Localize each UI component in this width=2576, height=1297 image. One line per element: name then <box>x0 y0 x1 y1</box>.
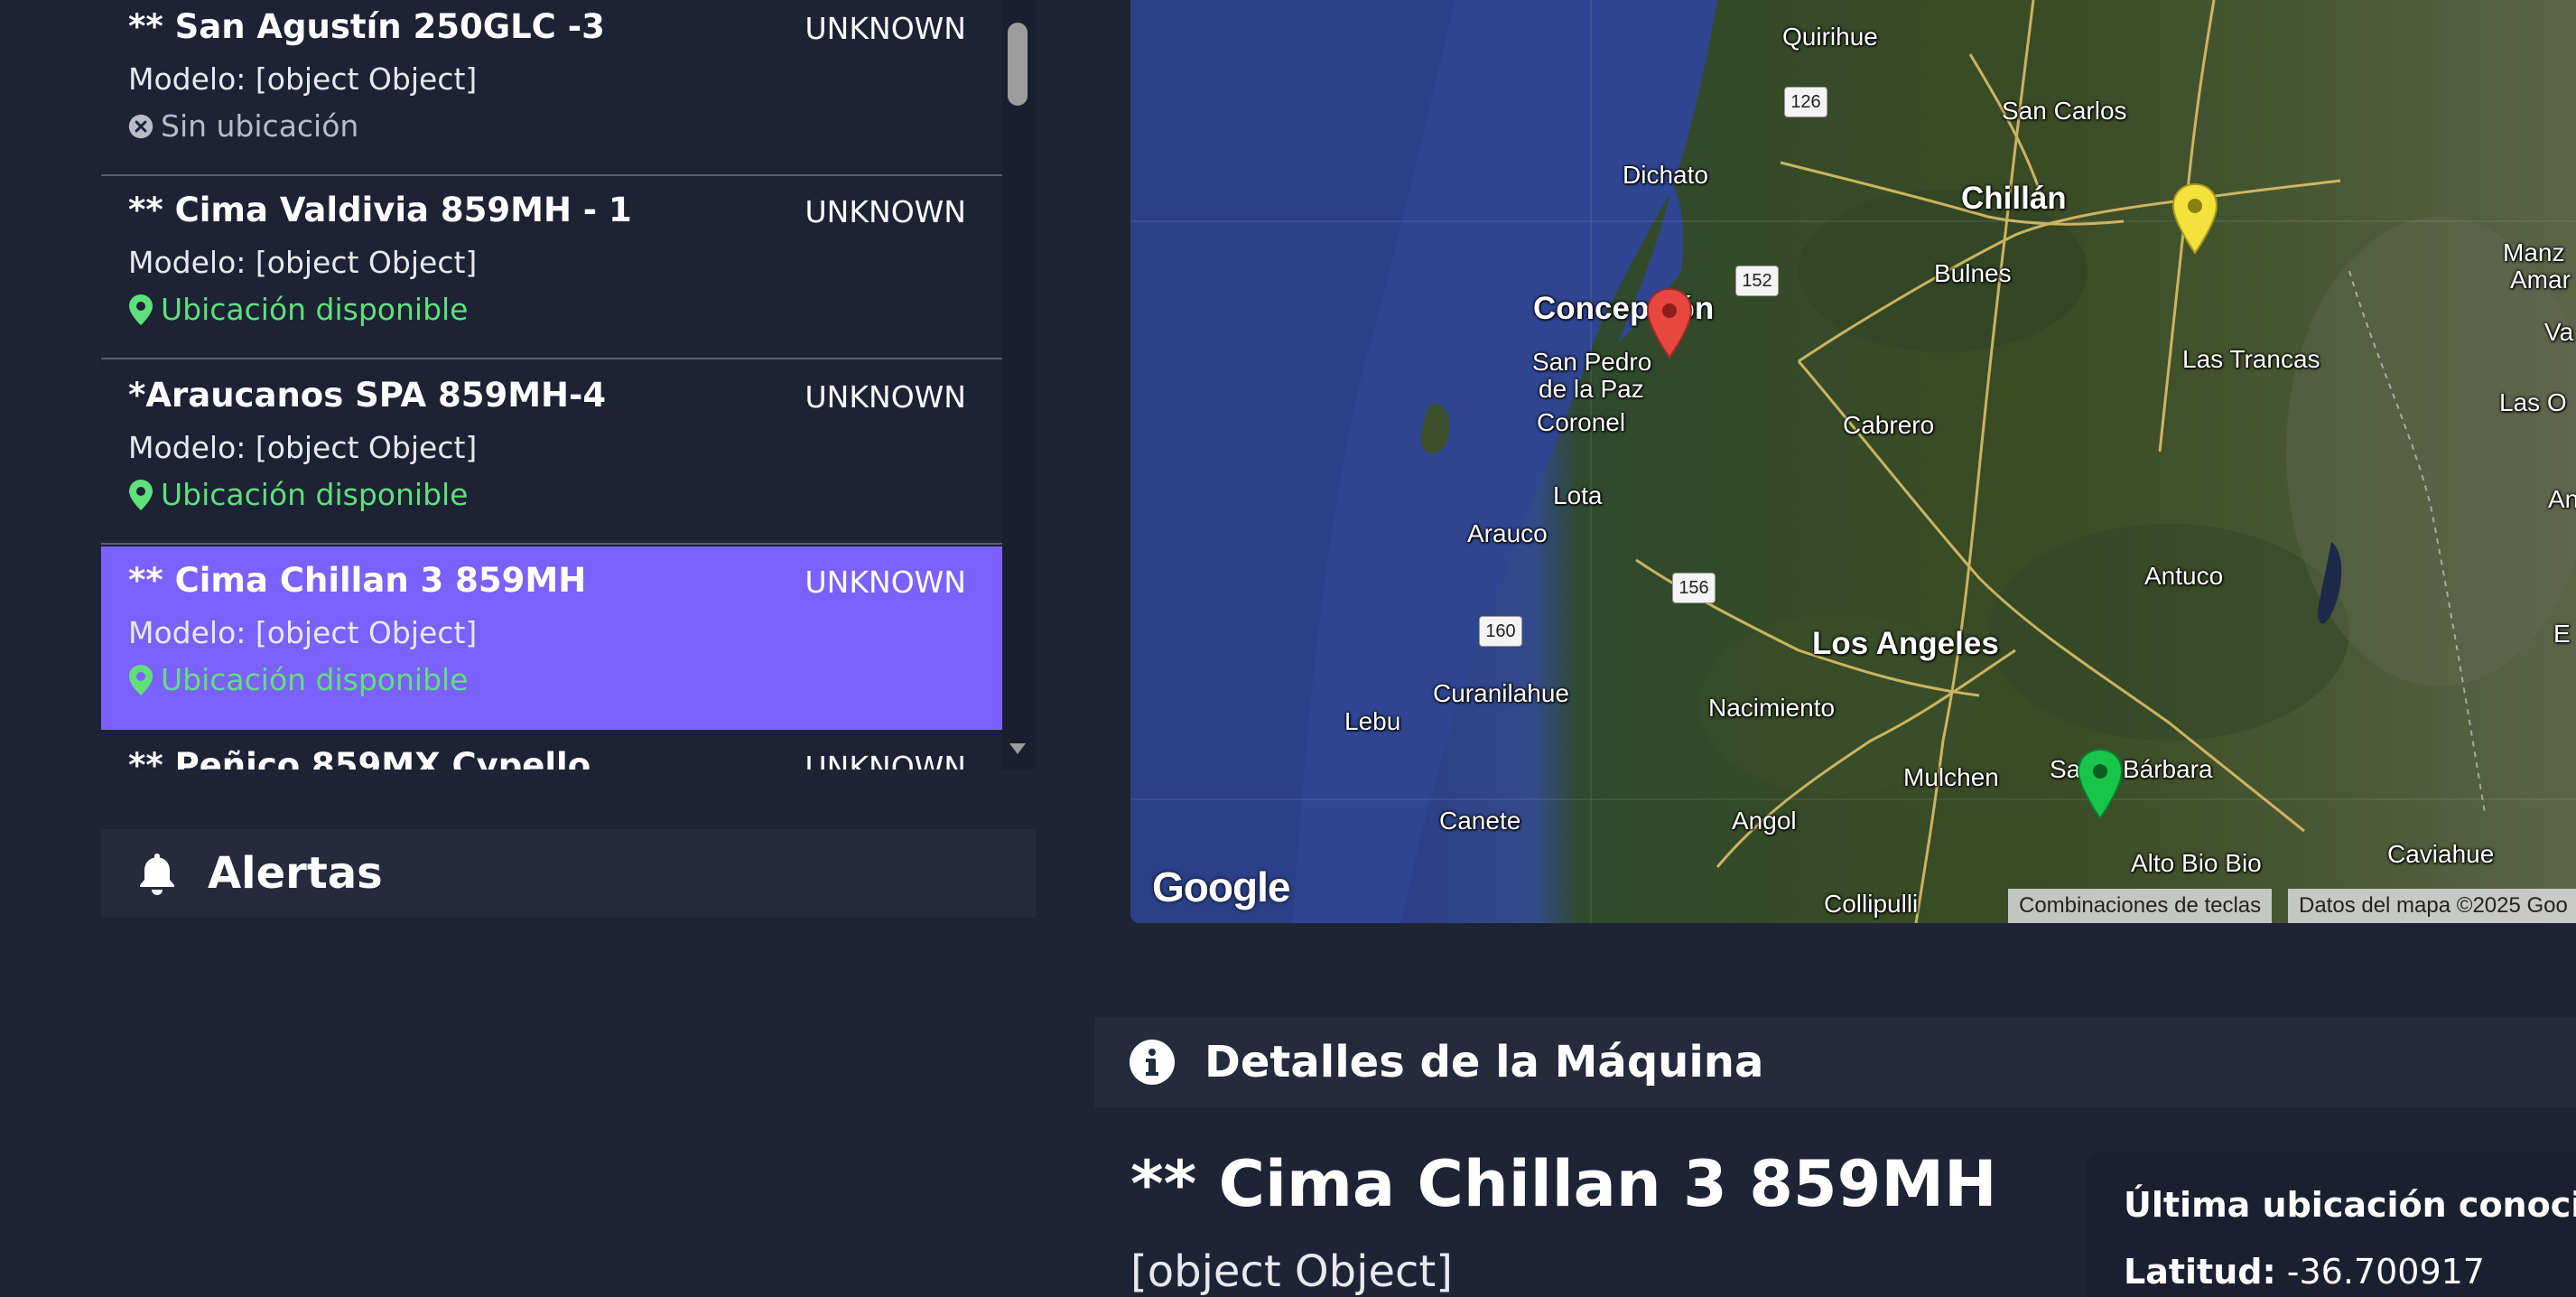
location-pin-icon <box>128 479 153 510</box>
machine-model: Modelo: [object Object] <box>128 430 478 465</box>
machine-name: ** Cima Chillan 3 859MH <box>128 561 587 600</box>
map-attribution[interactable]: Datos del mapa ©2025 Goo <box>2288 889 2576 923</box>
red-marker-icon[interactable] <box>1645 287 1694 359</box>
no-location-icon <box>128 111 153 142</box>
machine-model: Modelo: [object Object] <box>128 615 478 650</box>
map-label: San Pedro <box>1532 348 1652 376</box>
map-label: E <box>2553 620 2571 648</box>
map-label: Bulnes <box>1934 259 2012 287</box>
last-location-card: Última ubicación conocida Latitud: -36.7… <box>2086 1152 2576 1297</box>
machine-status: UNKNOWN <box>804 194 966 229</box>
machine-status: UNKNOWN <box>804 565 966 600</box>
map-label: de la Paz <box>1539 375 1644 403</box>
list-item[interactable]: ** San Agustín 250GLC -3 UNKNOWN Modelo:… <box>101 0 1002 176</box>
map-label: Va <box>2544 318 2574 346</box>
map-label: Curanilahue <box>1433 679 1569 707</box>
bell-icon <box>140 854 174 895</box>
list-item-selected[interactable]: ** Cima Chillan 3 859MH UNKNOWN Modelo: … <box>101 546 1002 730</box>
location-text: Ubicación disponible <box>161 292 469 327</box>
route-shield: 126 <box>1784 87 1827 117</box>
map-label: San Carlos <box>2002 97 2127 125</box>
green-marker-icon[interactable] <box>2076 748 2125 820</box>
google-logo: Google <box>1152 863 1290 910</box>
alerts-header[interactable]: Alertas <box>101 829 1036 918</box>
map-label: Lota <box>1553 481 1603 509</box>
map-label: Coronel <box>1537 408 1626 436</box>
route-shield: 156 <box>1672 573 1716 603</box>
details-header: Detalles de la Máquina <box>1094 1017 2576 1107</box>
machine-list-items: ** San Agustín 250GLC -3 UNKNOWN Modelo:… <box>101 0 1002 770</box>
map-label: Chillán <box>1961 181 2067 216</box>
machine-name: *Araucanos SPA 859MH-4 <box>128 376 607 415</box>
map-label: Mulchen <box>1903 763 1999 791</box>
machine-status: UNKNOWN <box>804 11 966 46</box>
details-title: Detalles de la Máquina <box>1204 1037 1764 1087</box>
scroll-down-arrow-icon[interactable] <box>1008 739 1028 759</box>
latitude-value: -36.700917 <box>2286 1252 2485 1292</box>
machine-name: ** Cima Valdivia 859MH - 1 <box>128 191 632 229</box>
map-label: Amar <box>2510 266 2571 294</box>
machine-name: ** San Agustín 250GLC -3 <box>128 7 605 46</box>
route-shield: 152 <box>1735 266 1779 296</box>
map-label: Caviahue <box>2387 840 2495 868</box>
machine-name: ** Peñico 859MX Cypello <box>128 746 591 770</box>
location-status: Ubicación disponible <box>128 292 469 327</box>
latitude-label: Latitud: <box>2124 1252 2276 1292</box>
location-text: Ubicación disponible <box>161 662 469 697</box>
list-item[interactable]: ** Cima Valdivia 859MH - 1 UNKNOWN Model… <box>101 176 1002 359</box>
info-icon <box>1130 1040 1175 1085</box>
map-label: Angol <box>1732 807 1797 835</box>
last-location-title: Última ubicación conocida <box>2124 1185 2576 1225</box>
list-item[interactable]: ** Peñico 859MX Cypello UNKNOWN <box>101 732 1002 770</box>
map-label: Manz <box>2503 238 2565 266</box>
map-label: Collipulli <box>1824 890 1919 918</box>
map-label: An <box>2548 485 2576 513</box>
list-item[interactable]: *Araucanos SPA 859MH-4 UNKNOWN Modelo: [… <box>101 361 1002 545</box>
machine-status: UNKNOWN <box>804 379 966 415</box>
map-label: Alto Bio Bio <box>2131 849 2262 877</box>
map-label: Antuco <box>2144 562 2224 590</box>
yellow-marker-icon[interactable] <box>2171 182 2219 255</box>
map-label: Dichato <box>1623 161 1708 189</box>
map-label: Nacimiento <box>1708 694 1836 722</box>
map-label: Los Angeles <box>1812 626 1999 661</box>
scrollbar-track[interactable] <box>1002 0 1036 770</box>
map-label: Santa Bárbara <box>2050 755 2213 783</box>
machine-model: Modelo: [object Object] <box>128 61 478 97</box>
location-text: Sin ubicación <box>161 108 359 144</box>
location-pin-icon <box>128 664 153 695</box>
machine-model: Modelo: [object Object] <box>128 245 478 280</box>
machine-detail-title: ** Cima Chillan 3 859MH <box>1130 1147 1997 1221</box>
location-status: Sin ubicación <box>128 108 358 144</box>
map-label: Canete <box>1439 807 1521 835</box>
machine-list[interactable]: ** San Agustín 250GLC -3 UNKNOWN Modelo:… <box>101 0 1036 770</box>
location-status: Ubicación disponible <box>128 477 469 512</box>
map-terrain <box>1130 0 2576 923</box>
map-label: Lebu <box>1344 707 1401 735</box>
map-label: Quirihue <box>1782 23 1878 51</box>
map-view[interactable]: Quirihue San Carlos Dichato Chillán Conc… <box>1130 0 2576 923</box>
scrollbar-thumb[interactable] <box>1008 23 1028 106</box>
map-label: Las Trancas <box>2182 345 2320 373</box>
alerts-title: Alertas <box>208 848 383 899</box>
location-pin-icon <box>128 294 153 325</box>
machine-status: UNKNOWN <box>804 750 966 770</box>
map-label: Arauco <box>1467 519 1548 547</box>
location-text: Ubicación disponible <box>161 477 469 512</box>
machine-detail-model: [object Object] <box>1130 1246 1453 1297</box>
keyboard-shortcuts-link[interactable]: Combinaciones de teclas <box>2008 889 2273 923</box>
location-status: Ubicación disponible <box>128 662 469 697</box>
latitude-row: Latitud: -36.700917 <box>2124 1252 2485 1292</box>
map-label: Cabrero <box>1843 411 1935 439</box>
route-shield: 160 <box>1479 616 1522 647</box>
map-label: Las O <box>2499 388 2567 416</box>
